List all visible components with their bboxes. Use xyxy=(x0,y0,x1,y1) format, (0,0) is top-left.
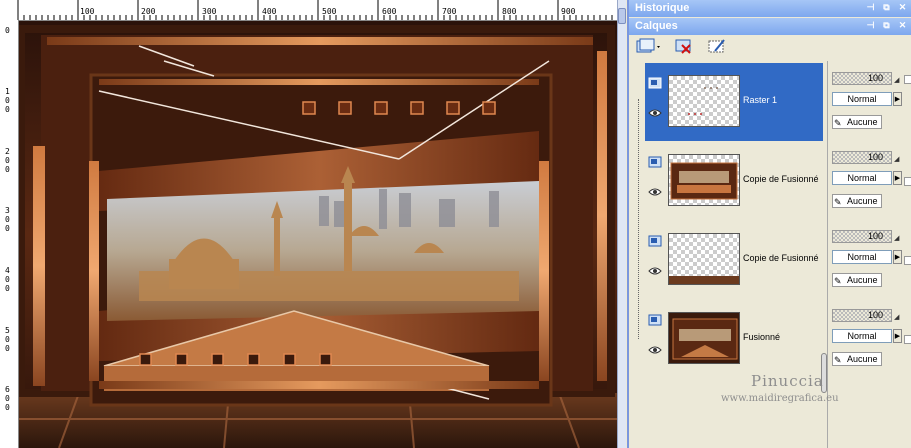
ruler-label: 0 xyxy=(5,26,10,35)
opacity-slider[interactable]: 100 xyxy=(832,72,892,85)
layers-palette-panel: Historique ⊣ ⧉ ✕ Calques ⊣ ⧉ ✕ Raster 1 … xyxy=(627,0,911,448)
ruler-label: 3 0 0 xyxy=(5,206,10,233)
mask-field[interactable]: ✎ Aucune xyxy=(832,352,882,366)
layer-thumbnail xyxy=(668,312,740,364)
ruler-ticks xyxy=(17,0,613,20)
delete-layer-icon xyxy=(675,39,691,54)
opacity-spin-icon[interactable]: ◢ xyxy=(894,233,902,243)
lock-checkbox[interactable] xyxy=(904,75,911,84)
layer-row-copie-de-fusionne-2[interactable]: Copie de Fusionné xyxy=(645,221,823,299)
mask-field[interactable]: ✎ Aucune xyxy=(832,194,882,208)
brush-icon: ✎ xyxy=(834,276,842,286)
artwork-image[interactable] xyxy=(19,21,617,448)
layer-row-copie-de-fusionne[interactable]: Copie de Fusionné xyxy=(645,142,823,220)
opacity-spin-icon[interactable]: ◢ xyxy=(894,312,902,322)
opacity-slider[interactable]: 100 xyxy=(832,309,892,322)
ruler-label: 4 0 0 xyxy=(5,266,10,293)
blend-mode-select[interactable]: Normal xyxy=(832,329,892,343)
layer-type-icon xyxy=(648,235,662,247)
layer-props-copie-1: 100 ◢ Normal ▶ ✎ Aucune xyxy=(830,151,911,221)
layer-thumbnail xyxy=(668,75,740,127)
layer-type-icon xyxy=(648,156,662,168)
blend-dropdown-arrow-icon[interactable]: ▶ xyxy=(893,250,902,264)
opacity-slider[interactable]: 100 xyxy=(832,151,892,164)
watermark-name: Pinuccia xyxy=(751,372,824,390)
layer-name: Copie de Fusionné xyxy=(743,253,819,263)
layer-name: Copie de Fusionné xyxy=(743,174,819,184)
close-icon[interactable]: ✕ xyxy=(897,2,908,13)
layer-props-raster-1: 100 ◢ Normal ▶ ✎ Aucune xyxy=(830,72,911,142)
blend-dropdown-arrow-icon[interactable]: ▶ xyxy=(893,171,902,185)
ruler-label: 6 0 0 xyxy=(5,385,10,412)
blend-mode-select[interactable]: Normal xyxy=(832,250,892,264)
canvas-vertical-scrollbar[interactable] xyxy=(617,0,626,448)
blend-mode-select[interactable]: Normal xyxy=(832,171,892,185)
layer-tree-connector xyxy=(638,99,639,339)
brush-icon: ✎ xyxy=(834,197,842,207)
brush-icon: ✎ xyxy=(834,118,842,128)
eye-icon[interactable] xyxy=(648,266,662,276)
opacity-slider[interactable]: 100 xyxy=(832,230,892,243)
layer-props-copie-2: 100 ◢ Normal ▶ ✎ Aucune xyxy=(830,230,911,300)
layer-properties-button[interactable] xyxy=(707,37,729,57)
mask-field[interactable]: ✎ Aucune xyxy=(832,115,882,129)
opacity-spin-icon[interactable]: ◢ xyxy=(894,75,902,85)
image-canvas-pane[interactable]: 100 200 300 400 500 600 700 800 900 0 1 … xyxy=(0,0,626,448)
eye-icon[interactable] xyxy=(648,345,662,355)
close-icon[interactable]: ✕ xyxy=(897,20,908,31)
horizontal-ruler: 100 200 300 400 500 600 700 800 900 xyxy=(0,0,617,21)
blend-mode-select[interactable]: Normal xyxy=(832,92,892,106)
pin-icon[interactable]: ⊣ xyxy=(865,20,876,31)
opacity-spin-icon[interactable]: ◢ xyxy=(894,154,902,164)
pin-icon[interactable]: ⊣ xyxy=(865,2,876,13)
scrollbar-thumb[interactable] xyxy=(618,8,626,24)
float-window-icon[interactable]: ⧉ xyxy=(881,2,892,13)
layer-name: Fusionné xyxy=(743,332,781,342)
vertical-ruler: 0 1 0 0 2 0 0 3 0 0 4 0 0 5 0 0 6 0 0 xyxy=(0,20,19,448)
layer-properties-icon xyxy=(708,39,725,53)
lock-checkbox[interactable] xyxy=(904,335,911,344)
layer-row-raster-1[interactable]: Raster 1 xyxy=(645,63,823,141)
lock-checkbox[interactable] xyxy=(904,177,911,186)
layer-props-fusionne: 100 ◢ Normal ▶ ✎ Aucune xyxy=(830,309,911,379)
lock-checkbox[interactable] xyxy=(904,256,911,265)
layer-thumbnail xyxy=(668,154,740,206)
ruler-label: 5 0 0 xyxy=(5,326,10,353)
float-window-icon[interactable]: ⧉ xyxy=(881,20,892,31)
brush-icon: ✎ xyxy=(834,355,842,365)
layer-thumbnail xyxy=(668,233,740,285)
layers-title-text: Calques xyxy=(635,20,678,32)
layer-type-icon xyxy=(648,314,662,326)
layer-name: Raster 1 xyxy=(743,95,778,105)
layers-palette-title[interactable]: Calques ⊣ ⧉ ✕ xyxy=(629,18,911,35)
layer-row-fusionne[interactable]: Fusionné xyxy=(645,300,823,378)
layers-toolbar xyxy=(629,35,911,61)
blend-dropdown-arrow-icon[interactable]: ▶ xyxy=(893,92,902,106)
ruler-label: 2 0 0 xyxy=(5,147,10,174)
layer-properties-column: 100 ◢ Normal ▶ ✎ Aucune 100 ◢ Normal ▶ ✎ A… xyxy=(827,61,911,448)
new-layer-icon xyxy=(636,38,660,53)
mask-field[interactable]: ✎ Aucune xyxy=(832,273,882,287)
delete-layer-button[interactable] xyxy=(673,37,695,57)
eye-icon[interactable] xyxy=(648,187,662,197)
eye-icon[interactable] xyxy=(648,108,662,118)
blend-dropdown-arrow-icon[interactable]: ▶ xyxy=(893,329,902,343)
ruler-label: 1 0 0 xyxy=(5,87,10,114)
history-title-text: Historique xyxy=(635,2,690,14)
layer-type-icon xyxy=(648,77,662,89)
watermark-url: www.maidiregrafica.eu xyxy=(721,393,839,404)
new-layer-button[interactable] xyxy=(635,37,663,57)
history-palette-title[interactable]: Historique ⊣ ⧉ ✕ xyxy=(629,0,911,17)
